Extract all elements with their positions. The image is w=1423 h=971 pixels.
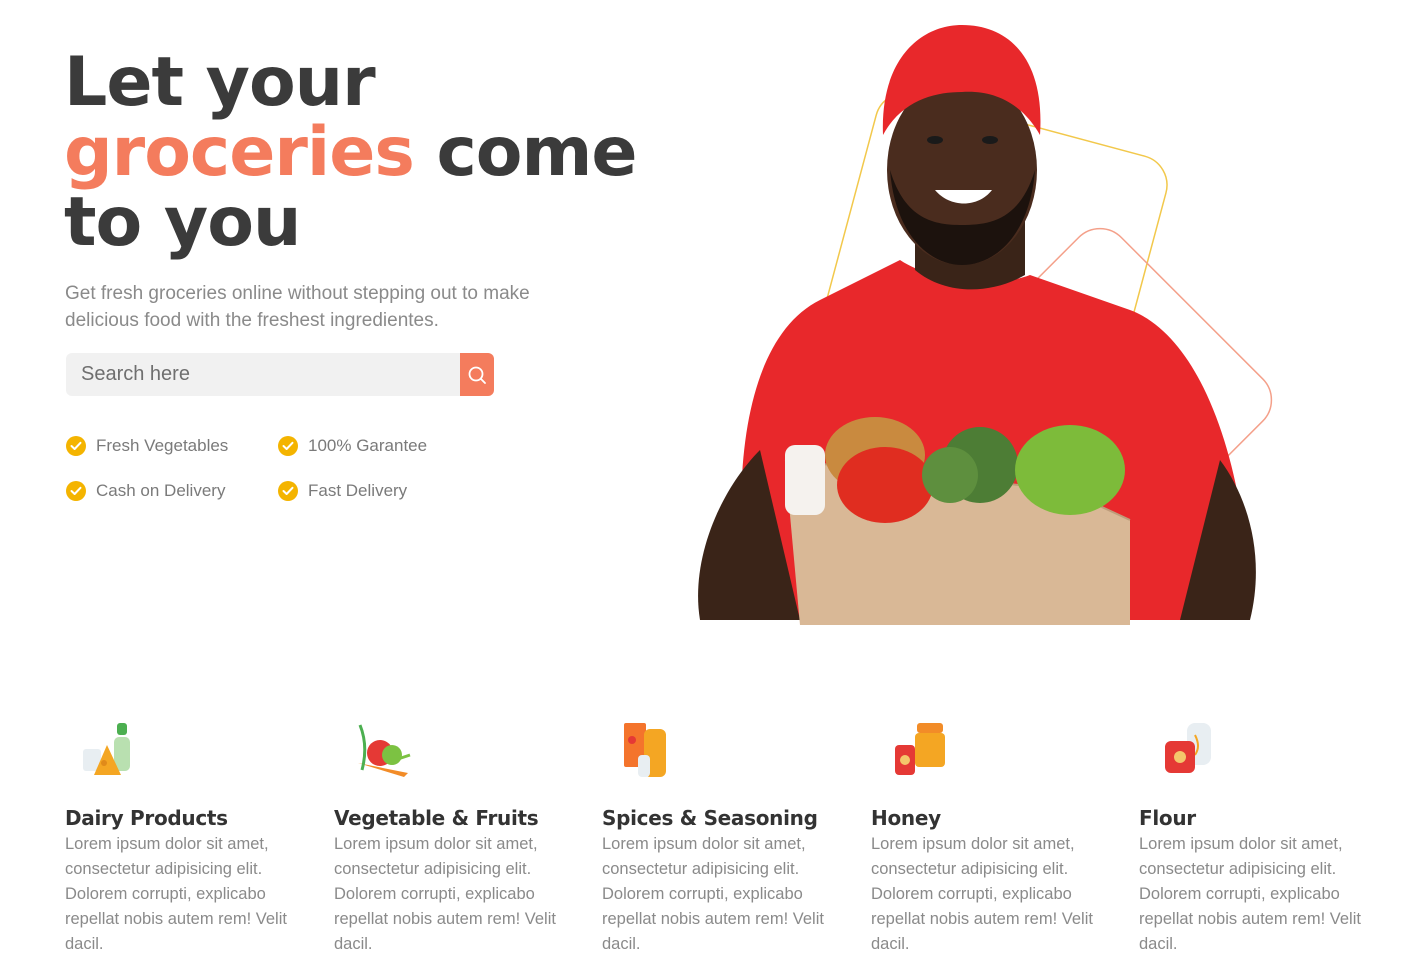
hero-title-line3: to you bbox=[64, 183, 301, 262]
check-icon bbox=[66, 481, 86, 501]
feature-item: 100% Garantee bbox=[278, 436, 427, 456]
category-title: Flour bbox=[1139, 806, 1196, 830]
category-description: Lorem ipsum dolor sit amet, consectetur … bbox=[65, 835, 287, 953]
hero-subtitle: Get fresh groceries online without stepp… bbox=[65, 283, 530, 331]
spices-icon bbox=[624, 723, 666, 777]
flour-icon bbox=[1165, 723, 1211, 773]
lettuce bbox=[1015, 425, 1125, 515]
category-title: Vegetable & Fruits bbox=[334, 806, 539, 830]
feature-item: Cash on Delivery bbox=[66, 481, 225, 501]
search-icon bbox=[468, 366, 486, 384]
category-card-spices[interactable]: Spices & Seasoning Lorem ipsum dolor sit… bbox=[602, 715, 852, 957]
feature-item: Fast Delivery bbox=[278, 481, 407, 501]
category-card-honey[interactable]: Honey Lorem ipsum dolor sit amet, consec… bbox=[871, 715, 1121, 957]
vegetables-icon bbox=[358, 724, 411, 777]
feature-label: Fast Delivery bbox=[308, 481, 408, 500]
category-card-vegetables[interactable]: Vegetable & Fruits Lorem ipsum dolor sit… bbox=[334, 715, 584, 957]
milk-bottle bbox=[785, 445, 825, 515]
search-button[interactable] bbox=[460, 353, 494, 396]
category-description: Lorem ipsum dolor sit amet, consectetur … bbox=[334, 835, 556, 953]
dairy-icon bbox=[83, 723, 130, 775]
category-title: Honey bbox=[871, 806, 941, 830]
check-icon bbox=[278, 436, 298, 456]
category-description: Lorem ipsum dolor sit amet, consectetur … bbox=[871, 835, 1093, 953]
check-icon bbox=[278, 481, 298, 501]
category-description: Lorem ipsum dolor sit amet, consectetur … bbox=[1139, 835, 1361, 953]
category-description: Lorem ipsum dolor sit amet, consectetur … bbox=[602, 835, 824, 953]
hero-title: Let your groceries come to you bbox=[64, 48, 684, 258]
category-card-flour[interactable]: Flour Lorem ipsum dolor sit amet, consec… bbox=[1139, 715, 1389, 957]
category-card-dairy[interactable]: Dairy Products Lorem ipsum dolor sit ame… bbox=[65, 715, 315, 957]
feature-label: Fresh Vegetables bbox=[96, 436, 229, 455]
category-title: Dairy Products bbox=[65, 806, 228, 830]
hero-title-accent: groceries bbox=[64, 113, 415, 192]
check-icon bbox=[66, 436, 86, 456]
feature-item: Fresh Vegetables bbox=[66, 436, 228, 456]
feature-label: 100% Garantee bbox=[308, 436, 428, 455]
honey-icon bbox=[895, 723, 945, 775]
pepper bbox=[837, 447, 933, 523]
hero-title-line2: come bbox=[413, 113, 637, 192]
hero-title-line1: Let your bbox=[64, 43, 376, 122]
category-list: Dairy Products Lorem ipsum dolor sit ame… bbox=[0, 715, 1423, 971]
search-bar bbox=[66, 353, 494, 396]
hero-image bbox=[698, 25, 1273, 625]
feature-label: Cash on Delivery bbox=[96, 481, 226, 500]
category-title: Spices & Seasoning bbox=[602, 806, 818, 830]
search-input[interactable] bbox=[66, 353, 460, 396]
